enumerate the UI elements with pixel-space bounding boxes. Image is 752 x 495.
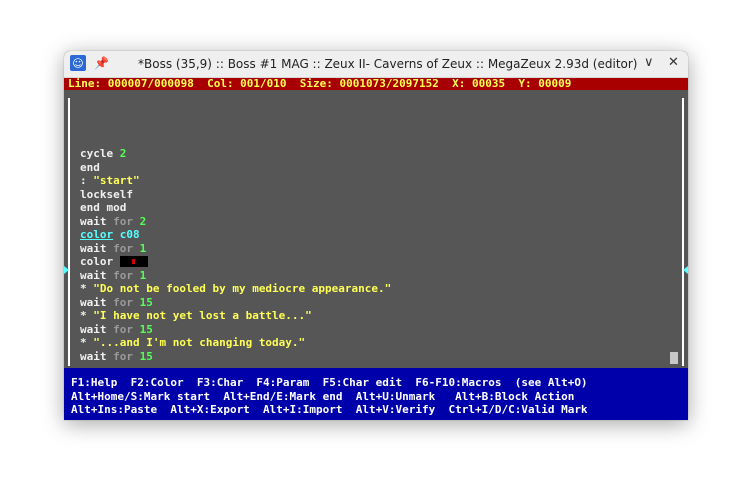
code-token: for [113, 268, 140, 282]
code-line[interactable]: : "start" [80, 174, 670, 188]
current-line-marker-left-icon [64, 266, 69, 274]
code-token: 15 [139, 349, 153, 363]
right-border [682, 98, 684, 366]
left-border [68, 98, 70, 366]
code-token: * [80, 282, 94, 295]
code-token: for [113, 295, 140, 309]
code-lines[interactable]: cycle 2 end: "start" lockself end mod wait f… [80, 147, 670, 363]
help-bar: F1:Help F2:Color F3:Char F4:Param F5:Cha… [64, 368, 688, 420]
code-token: "...and I'm not changing today." [93, 336, 306, 349]
code-line[interactable]: wait for 15 [80, 323, 670, 337]
color-swatch [119, 255, 148, 267]
robot-code-editor[interactable]: cycle 2 end: "start" lockself end mod wait f… [64, 90, 688, 368]
code-token: cycle [80, 147, 120, 160]
title-bar: ☺ 📌 *Boss (35,9) :: Boss #1 MAG :: Zeux … [64, 51, 688, 78]
code-token: 15 [139, 322, 153, 336]
code-line[interactable]: wait for 1 [80, 242, 670, 256]
pin-icon[interactable]: 📌 [94, 56, 109, 70]
code-token: for [113, 214, 140, 228]
code-token: * [80, 336, 94, 349]
code-line[interactable]: * "Do not be fooled by my mediocre appea… [80, 282, 670, 296]
code-token: c08 [113, 228, 140, 241]
code-line[interactable]: color [80, 255, 670, 269]
code-token: : [80, 174, 94, 187]
code-token: wait [80, 268, 114, 282]
code-token: color [80, 255, 120, 268]
code-line[interactable]: wait for 2 [80, 215, 670, 229]
code-token: wait [80, 322, 114, 336]
code-line[interactable]: wait for 15 [80, 296, 670, 310]
code-token: color [80, 228, 114, 241]
code-token: end mod [80, 201, 127, 214]
code-line[interactable]: wait for 1 [80, 269, 670, 283]
code-token: wait [80, 349, 114, 363]
code-line[interactable]: end [80, 161, 670, 175]
code-token: "I have not yet lost a battle..." [93, 309, 312, 322]
code-line[interactable]: * "...and I'm not changing today." [80, 336, 670, 350]
code-token: for [113, 322, 140, 336]
editor-window: ☺ 📌 *Boss (35,9) :: Boss #1 MAG :: Zeux … [64, 51, 688, 420]
code-token: for [113, 241, 140, 255]
code-token: for [113, 349, 140, 363]
code-token: 2 [139, 214, 147, 228]
megazeux-app-icon: ☺ [70, 55, 86, 71]
code-token: lockself [80, 187, 133, 201]
code-token: * [80, 309, 94, 322]
code-token: "Do not be fooled by my mediocre appeara… [93, 282, 392, 295]
window-title: *Boss (35,9) :: Boss #1 MAG :: Zeux II- … [138, 57, 638, 71]
code-token: 1 [139, 241, 147, 255]
help-line-1: F1:Help F2:Color F3:Char F4:Param F5:Cha… [71, 376, 588, 389]
current-line-marker-right-icon [683, 266, 688, 274]
code-token: wait [80, 241, 114, 255]
code-token: end [80, 160, 100, 174]
code-line[interactable]: wait for 15 [80, 350, 670, 364]
code-line[interactable]: end mod [80, 201, 670, 215]
code-line[interactable]: color c08 [80, 228, 670, 242]
code-line[interactable]: lockself [80, 188, 670, 202]
code-token: 1 [139, 268, 147, 282]
help-line-2: Alt+Home/S:Mark start Alt+End/E:Mark end… [71, 389, 575, 403]
scrollbar-thumb[interactable] [670, 352, 678, 364]
code-token: 15 [139, 295, 153, 309]
minimize-button[interactable]: ∨ [644, 55, 654, 70]
code-token: "start" [93, 174, 140, 187]
code-line[interactable]: * "I have not yet lost a battle..." [80, 309, 670, 323]
code-token: 2 [119, 147, 127, 160]
code-token: wait [80, 295, 114, 309]
code-line[interactable]: cycle 2 [80, 147, 670, 161]
code-token: wait [80, 214, 114, 228]
status-bar: Line: 000007/000098 Col: 001/010 Size: 0… [64, 78, 688, 90]
close-button[interactable]: ✕ [668, 55, 679, 70]
help-line-3: Alt+Ins:Paste Alt+X:Export Alt+I:Import … [71, 403, 588, 416]
